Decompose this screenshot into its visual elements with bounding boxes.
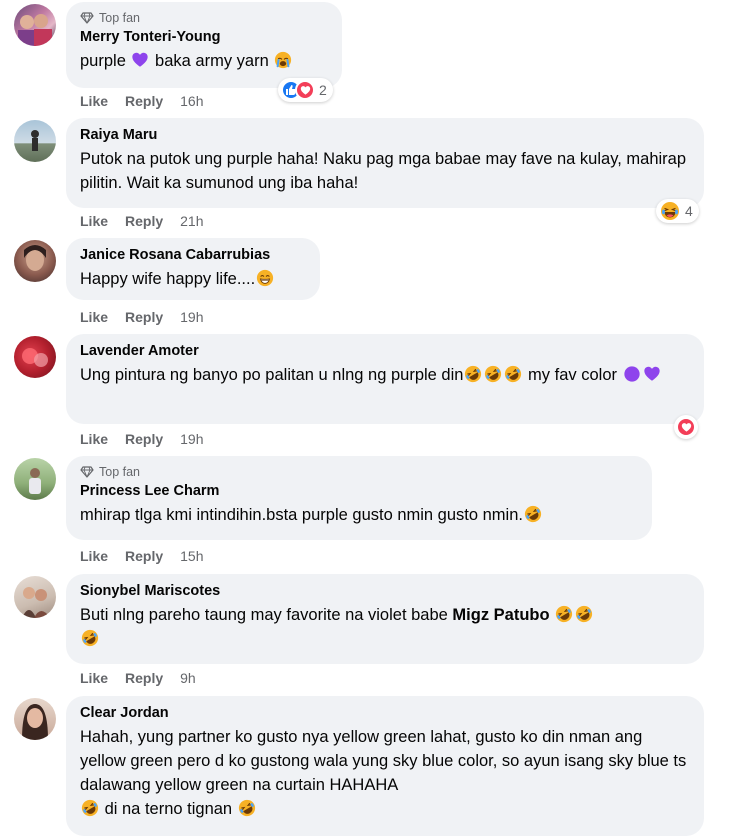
- reaction-summary[interactable]: [674, 415, 698, 439]
- diamond-icon: [80, 12, 94, 24]
- comment-actions: Like Reply 19h: [80, 430, 204, 448]
- like-button[interactable]: Like: [80, 670, 108, 686]
- comment-author[interactable]: Janice Rosana Cabarrubias: [80, 246, 306, 265]
- rolling-laughing-icon: [464, 365, 482, 383]
- avatar-photo-icon: [31, 130, 39, 151]
- comment-timestamp[interactable]: 16h: [180, 93, 203, 109]
- reply-button[interactable]: Reply: [125, 213, 163, 229]
- comment-bubble: Raiya Maru Putok na putok ung purple hah…: [66, 118, 704, 208]
- avatar[interactable]: [14, 458, 56, 500]
- rolling-laughing-icon: [81, 629, 99, 647]
- comment-author[interactable]: Princess Lee Charm: [80, 482, 638, 501]
- comment-actions: Like Reply 16h: [80, 92, 204, 110]
- comment-author[interactable]: Clear Jordan: [80, 704, 690, 723]
- love-reaction-icon: [295, 80, 315, 100]
- grinning-face-icon: [256, 269, 274, 287]
- like-button[interactable]: Like: [80, 93, 108, 109]
- comment-actions: Like Reply 15h: [80, 547, 204, 565]
- comment-timestamp[interactable]: 21h: [180, 213, 203, 229]
- avatar[interactable]: [14, 4, 56, 46]
- comment-text: Buti nlng pareho taung may favorite na v…: [80, 603, 690, 651]
- comment-timestamp[interactable]: 19h: [180, 431, 203, 447]
- avatar[interactable]: [14, 120, 56, 162]
- comment-author[interactable]: Raiya Maru: [80, 126, 690, 145]
- comment-text: Putok na putok ung purple haha! Naku pag…: [80, 150, 687, 192]
- tagged-user-link[interactable]: Migz Patubo: [452, 606, 549, 624]
- rolling-laughing-icon: [575, 605, 593, 623]
- reply-button[interactable]: Reply: [125, 670, 163, 686]
- diamond-icon: [80, 466, 94, 478]
- rolling-laughing-icon: [504, 365, 522, 383]
- badge-label: Top fan: [99, 465, 141, 479]
- top-fan-badge: Top fan: [80, 464, 638, 480]
- haha-reaction-icon: [660, 201, 680, 221]
- comment-text: Hahah, yung partner ko gusto nya yellow …: [80, 728, 687, 818]
- reaction-summary[interactable]: 2: [278, 78, 333, 102]
- comment-text: mhirap tlga kmi intindihin.bsta purple g…: [80, 503, 638, 527]
- comment-timestamp[interactable]: 19h: [180, 309, 203, 325]
- comment-bubble: Top fan Princess Lee Charm mhirap tlga k…: [66, 456, 652, 540]
- comment-actions: Like Reply 9h: [80, 669, 196, 687]
- like-button[interactable]: Like: [80, 309, 108, 325]
- comment-text: Ung pintura ng banyo po palitan u nlng n…: [80, 363, 690, 387]
- rolling-laughing-icon: [484, 365, 502, 383]
- purple-heart-icon: [643, 365, 661, 383]
- love-reaction-icon: [676, 417, 696, 437]
- rolling-laughing-icon: [524, 505, 542, 523]
- avatar-photo-icon: [29, 468, 41, 494]
- avatar-photo-icon: [22, 704, 48, 740]
- comment-timestamp[interactable]: 15h: [180, 548, 203, 564]
- comment-text: purple baka army yarn: [80, 49, 328, 73]
- avatar-photo-icon: [22, 587, 50, 618]
- avatar-photo-icon: [22, 348, 48, 367]
- rolling-laughing-icon: [238, 799, 256, 817]
- comment-bubble: Sionybel Mariscotes Buti nlng pareho tau…: [66, 574, 704, 664]
- avatar-photo-icon: [18, 14, 52, 46]
- rolling-laughing-icon: [555, 605, 573, 623]
- top-fan-badge: Top fan: [80, 10, 328, 26]
- reply-button[interactable]: Reply: [125, 548, 163, 564]
- badge-label: Top fan: [99, 11, 141, 25]
- comment-bubble: Clear Jordan Hahah, yung partner ko gust…: [66, 696, 704, 836]
- purple-circle-icon: [623, 366, 640, 382]
- comment-author[interactable]: Sionybel Mariscotes: [80, 582, 690, 601]
- comment-author[interactable]: Merry Tonteri-Young: [80, 28, 328, 47]
- comment-actions: Like Reply 21h: [80, 212, 204, 230]
- reaction-count: 2: [319, 82, 327, 98]
- comment-actions: Like Reply 19h: [80, 308, 204, 326]
- avatar-photo-icon: [24, 245, 46, 271]
- like-button[interactable]: Like: [80, 431, 108, 447]
- comment-bubble: Top fan Merry Tonteri-Young purple baka …: [66, 2, 342, 88]
- crying-face-icon: [274, 51, 292, 69]
- purple-heart-icon: [131, 51, 149, 69]
- rolling-laughing-icon: [81, 799, 99, 817]
- reaction-count: 4: [685, 203, 693, 219]
- comment-timestamp[interactable]: 9h: [180, 670, 196, 686]
- reaction-summary[interactable]: 4: [656, 199, 699, 223]
- comment-author[interactable]: Lavender Amoter: [80, 342, 690, 361]
- like-button[interactable]: Like: [80, 213, 108, 229]
- comment-bubble: Lavender Amoter Ung pintura ng banyo po …: [66, 334, 704, 424]
- reply-button[interactable]: Reply: [125, 309, 163, 325]
- comment-bubble: Janice Rosana Cabarrubias Happy wife hap…: [66, 238, 320, 300]
- avatar[interactable]: [14, 240, 56, 282]
- reply-button[interactable]: Reply: [125, 93, 163, 109]
- avatar[interactable]: [14, 336, 56, 378]
- like-button[interactable]: Like: [80, 548, 108, 564]
- comment-text: Happy wife happy life....: [80, 267, 306, 291]
- reply-button[interactable]: Reply: [125, 431, 163, 447]
- avatar[interactable]: [14, 576, 56, 618]
- avatar[interactable]: [14, 698, 56, 740]
